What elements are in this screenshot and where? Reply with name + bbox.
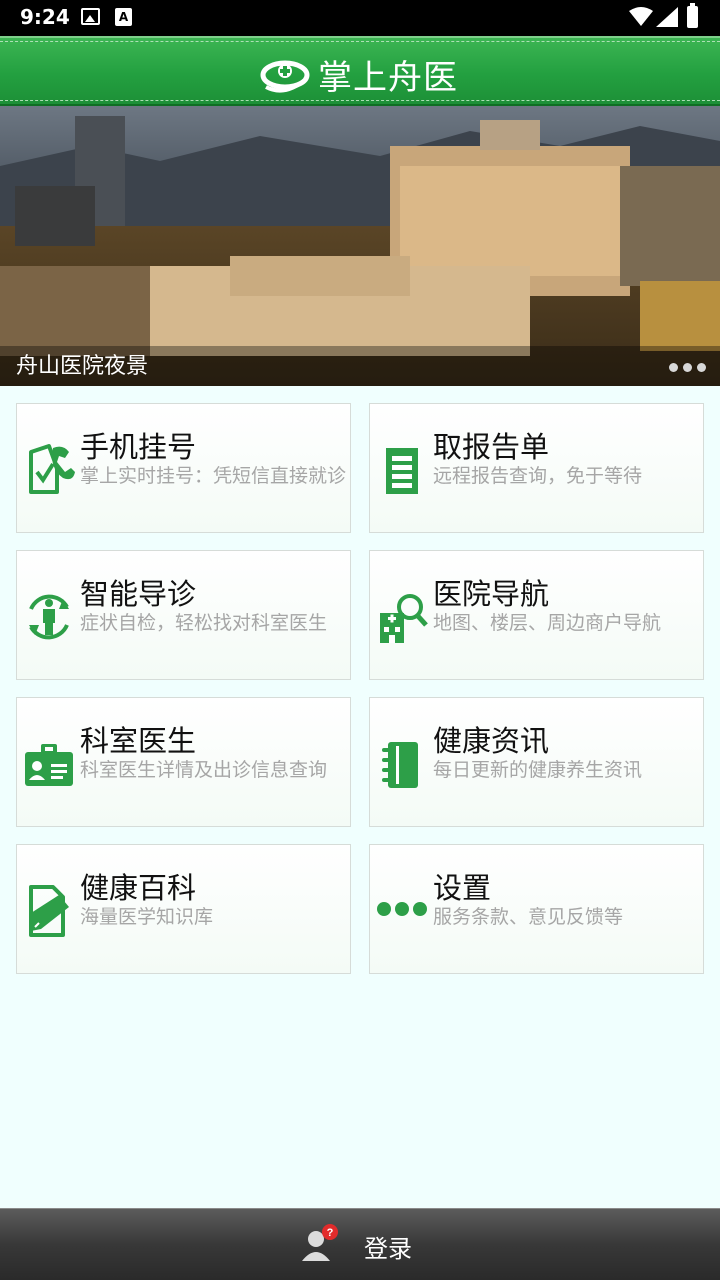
- menu-card-settings[interactable]: 设置 服务条款、意见反馈等: [369, 844, 704, 974]
- hospital-search-icon: [380, 594, 428, 643]
- banner-photo: [0, 106, 720, 386]
- card-description: 每日更新的健康养生资讯: [433, 759, 643, 781]
- notebook-icon: [382, 742, 418, 788]
- card-description: 远程报告查询，免于等待: [433, 465, 643, 487]
- carousel-indicator: [669, 363, 706, 372]
- menu-card-health-wiki[interactable]: 健康百科 海量医学知识库: [16, 844, 351, 974]
- battery-icon: [687, 3, 698, 28]
- banner-caption-bar: 舟山医院夜景: [0, 346, 720, 386]
- card-description: 科室医生详情及出诊信息查询: [80, 759, 328, 781]
- status-time: 9:24: [20, 5, 70, 29]
- card-description: 症状自检，轻松找对科室医生: [80, 612, 328, 634]
- card-title: 取报告单: [433, 430, 550, 464]
- app-title: 掌上舟医: [318, 58, 458, 98]
- menu-card-department-doctor[interactable]: 科室医生 科室医生详情及出诊信息查询: [16, 697, 351, 827]
- app-header: 掌上舟医: [0, 36, 720, 106]
- menu-card-health-news[interactable]: 健康资讯 每日更新的健康养生资讯: [369, 697, 704, 827]
- phone-register-icon: [29, 444, 75, 494]
- more-dots-icon: [377, 902, 427, 916]
- bottom-bar: ? 登录: [0, 1208, 720, 1280]
- carousel-dot: [669, 363, 678, 372]
- menu-card-hospital-nav[interactable]: 医院导航 地图、楼层、周边商户导航: [369, 550, 704, 680]
- login-button[interactable]: 登录: [364, 1229, 412, 1264]
- card-description: 服务条款、意见反馈等: [433, 906, 624, 928]
- card-title: 手机挂号: [80, 430, 197, 464]
- menu-card-phone-register[interactable]: 手机挂号 掌上实时挂号：凭短信直接就诊: [16, 403, 351, 533]
- banner-carousel[interactable]: 舟山医院夜景: [0, 106, 720, 386]
- user-avatar-icon[interactable]: ?: [300, 1223, 342, 1265]
- card-title: 医院导航: [433, 577, 550, 611]
- card-description: 海量医学知识库: [80, 906, 214, 928]
- card-title: 健康资讯: [433, 724, 550, 758]
- edit-document-icon: [29, 885, 69, 937]
- header-logo-group: 掌上舟医: [260, 50, 458, 99]
- carousel-dot: [697, 363, 706, 372]
- card-title: 健康百科: [80, 871, 197, 905]
- carousel-dot: [683, 363, 692, 372]
- wifi-icon: [629, 7, 653, 26]
- card-title: 设置: [433, 871, 492, 905]
- report-icon: [386, 448, 418, 494]
- image-icon: [81, 8, 100, 25]
- body-guide-icon: [29, 594, 69, 640]
- card-title: 科室医生: [80, 724, 197, 758]
- doctor-badge-icon: [25, 744, 73, 786]
- font-icon: A: [115, 8, 132, 26]
- menu-card-report[interactable]: 取报告单 远程报告查询，免于等待: [369, 403, 704, 533]
- menu-card-smart-guide[interactable]: 智能导诊 症状自检，轻松找对科室医生: [16, 550, 351, 680]
- hospital-logo-icon: [260, 60, 310, 93]
- card-description: 地图、楼层、周边商户导航: [433, 612, 662, 634]
- notification-badge: ?: [327, 1227, 334, 1239]
- status-bar: 9:24 A: [0, 0, 720, 36]
- card-description: 掌上实时挂号：凭短信直接就诊: [80, 465, 347, 487]
- banner-caption: 舟山医院夜景: [16, 354, 149, 379]
- card-title: 智能导诊: [80, 577, 197, 611]
- signal-icon: [656, 7, 678, 27]
